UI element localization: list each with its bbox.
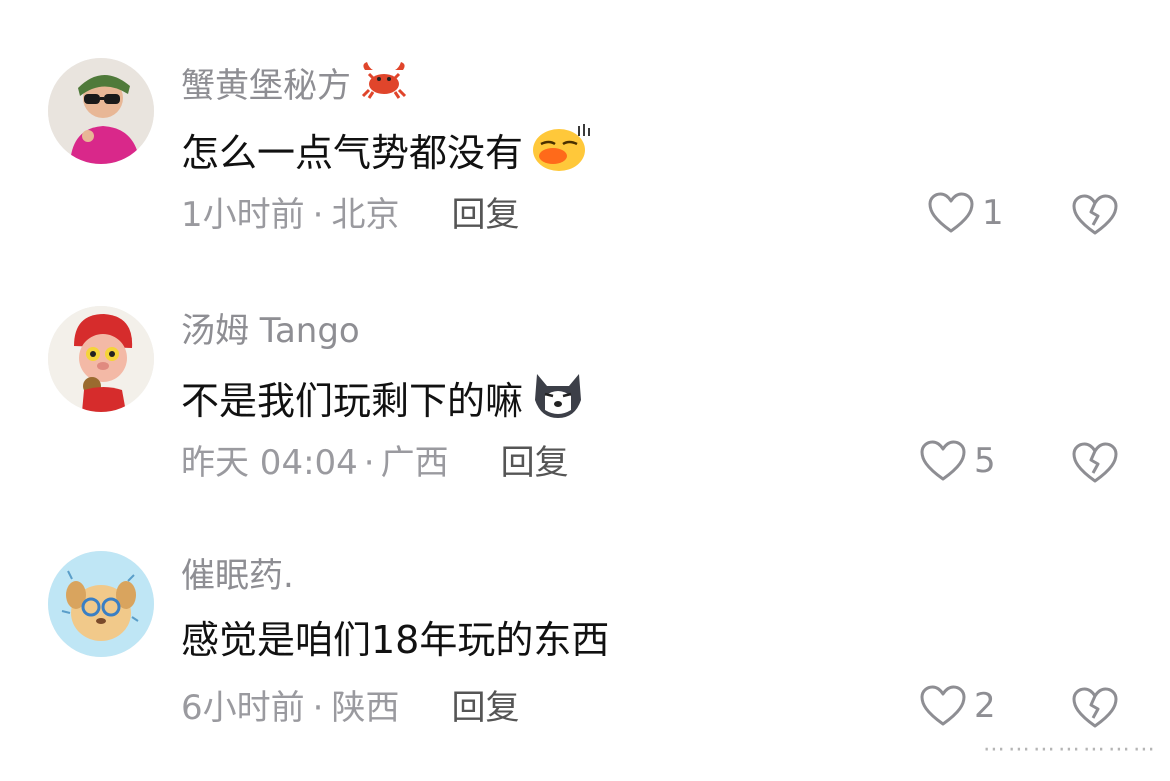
broken-heart-icon (1072, 194, 1118, 235)
comment-meta: 6小时前 · 陕西 回复 (181, 685, 519, 731)
comment-text: 怎么一点气势都没有 (181, 122, 591, 184)
heart-outline-icon (928, 192, 974, 233)
broken-heart-icon (1072, 687, 1118, 728)
comment-meta: 1小时前 · 北京 回复 (181, 192, 519, 238)
username[interactable]: 催眠药. (181, 553, 294, 599)
avatar[interactable] (48, 551, 154, 657)
reply-button[interactable]: 回复 (501, 440, 569, 486)
timestamp: 昨天 04:04 (181, 443, 358, 483)
watermark-dots: ⋯⋯⋯⋯⋯⋯⋯ (983, 737, 1158, 762)
like-button[interactable]: 5 (920, 440, 996, 482)
heart-outline-icon (920, 440, 966, 481)
avatar[interactable] (48, 306, 154, 412)
pouting-face-icon (531, 122, 591, 184)
like-count: 2 (974, 686, 996, 726)
separator: · (363, 443, 375, 483)
username[interactable]: 蟹黄堡秘方 (181, 60, 409, 112)
avatar[interactable] (48, 58, 154, 164)
broken-heart-icon (1072, 442, 1118, 483)
location: 陕西 (331, 688, 400, 728)
username-text: 蟹黄堡秘方 (181, 66, 351, 106)
comment-item: 汤姆 Tango 不是我们玩剩下的嘛 昨天 04:04 · 广西 回复 5 (0, 306, 1170, 536)
husky-dog-icon (531, 370, 585, 432)
like-count: 1 (982, 193, 1004, 233)
location: 广西 (380, 443, 449, 483)
username-text: 汤姆 Tango (181, 311, 360, 351)
dislike-button[interactable] (1072, 194, 1118, 240)
crab-icon (359, 60, 409, 112)
location: 北京 (331, 195, 400, 235)
timestamp: 1小时前 (181, 195, 305, 235)
comment-text-content: 不是我们玩剩下的嘛 (181, 379, 524, 423)
comment-text-content: 怎么一点气势都没有 (181, 131, 524, 175)
comment-item: 蟹黄堡秘方 怎么一点气势都没有 1小时前 · 北京 回复 1 (0, 58, 1170, 288)
dislike-button[interactable] (1072, 442, 1118, 488)
dislike-button[interactable] (1072, 687, 1118, 733)
separator: · (312, 195, 324, 235)
comment-text-content: 感觉是咱们18年玩的东西 (181, 618, 610, 662)
comment-text: 不是我们玩剩下的嘛 (181, 370, 585, 432)
like-button[interactable]: 2 (920, 685, 996, 727)
comment-text: 感觉是咱们18年玩的东西 (181, 615, 609, 665)
heart-outline-icon (920, 685, 966, 726)
like-count: 5 (974, 441, 996, 481)
separator: · (312, 688, 324, 728)
like-button[interactable]: 1 (928, 192, 1004, 234)
username[interactable]: 汤姆 Tango (181, 308, 360, 354)
username-text: 催眠药. (181, 556, 294, 596)
reply-button[interactable]: 回复 (451, 685, 519, 731)
timestamp: 6小时前 (181, 688, 305, 728)
comment-meta: 昨天 04:04 · 广西 回复 (181, 440, 569, 486)
reply-button[interactable]: 回复 (451, 192, 519, 238)
